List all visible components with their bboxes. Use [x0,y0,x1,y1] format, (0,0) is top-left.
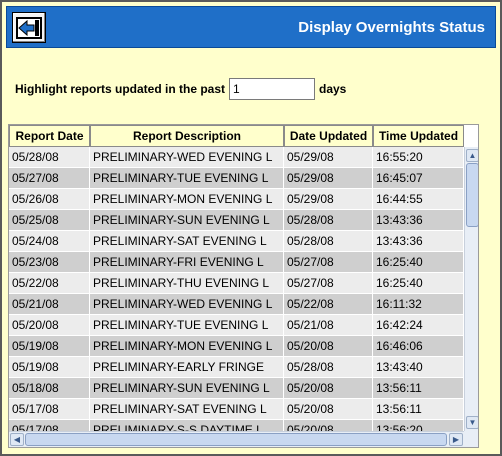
cell-report-description: PRELIMINARY-TUE EVENING L [90,315,284,336]
cell-date-updated: 05/29/08 [284,147,373,168]
cell-report-description: PRELIMINARY-WED EVENING L [90,147,284,168]
scroll-right-icon[interactable]: ▶ [449,433,463,446]
highlight-label: Highlight reports updated in the past [15,82,225,96]
cell-report-date: 05/27/08 [9,168,90,189]
highlight-filter: Highlight reports updated in the past da… [15,78,346,100]
cell-date-updated: 05/27/08 [284,273,373,294]
cell-date-updated: 05/20/08 [284,399,373,420]
cell-report-description: PRELIMINARY-SAT EVENING L [90,399,284,420]
table-row[interactable]: 05/27/08 PRELIMINARY-TUE EVENING L 05/29/0… [9,168,464,189]
cell-time-updated: 13:43:40 [373,357,464,378]
table-body: 05/28/08 PRELIMINARY-WED EVENING L 05/29/0… [9,147,464,431]
cell-report-description: PRELIMINARY-EARLY FRINGE [90,357,284,378]
horizontal-scroll-thumb[interactable] [25,433,447,446]
column-header-report-date[interactable]: Report Date [9,125,90,147]
cell-date-updated: 05/28/08 [284,210,373,231]
table-row[interactable]: 05/25/08 PRELIMINARY-SUN EVENING L 05/28/0… [9,210,464,231]
cell-report-description: PRELIMINARY-FRI EVENING L [90,252,284,273]
column-header-report-description[interactable]: Report Description [90,125,284,147]
cell-time-updated: 13:43:36 [373,210,464,231]
table-header: Report Date Report Description Date Upda… [9,125,469,147]
cell-report-description: PRELIMINARY-MON EVENING L [90,189,284,210]
title-bar: Display Overnights Status [6,6,496,48]
window-frame: Display Overnights Status Highlight repo… [0,0,502,456]
cell-date-updated: 05/29/08 [284,168,373,189]
cell-time-updated: 16:25:40 [373,252,464,273]
table-row[interactable]: 05/18/08 PRELIMINARY-SUN EVENING L 05/20/0… [9,378,464,399]
cell-report-date: 05/19/08 [9,357,90,378]
cell-report-date: 05/24/08 [9,231,90,252]
table-row[interactable]: 05/17/08 PRELIMINARY-SAT EVENING L 05/20/0… [9,399,464,420]
back-arrow-icon [16,16,42,39]
scroll-corner [464,431,478,447]
days-input[interactable] [229,78,315,100]
cell-date-updated: 05/27/08 [284,252,373,273]
days-label: days [319,82,347,96]
table-row[interactable]: 05/19/08 PRELIMINARY-EARLY FRINGE 05/28/08… [9,357,464,378]
cell-date-updated: 05/28/08 [284,357,373,378]
cell-report-description: PRELIMINARY-SUN EVENING L [90,210,284,231]
cell-report-description: PRELIMINARY-S-S DAYTIME L [90,420,284,431]
cell-time-updated: 16:45:07 [373,168,464,189]
table-row[interactable]: 05/24/08 PRELIMINARY-SAT EVENING L 05/28/0… [9,231,464,252]
scroll-left-icon[interactable]: ◀ [10,433,24,446]
cell-report-description: PRELIMINARY-THU EVENING L [90,273,284,294]
cell-time-updated: 16:55:20 [373,147,464,168]
cell-date-updated: 05/20/08 [284,336,373,357]
cell-report-date: 05/28/08 [9,147,90,168]
cell-report-date: 05/25/08 [9,210,90,231]
vertical-scrollbar[interactable]: ▲ ▼ [464,147,478,431]
cell-report-description: PRELIMINARY-TUE EVENING L [90,168,284,189]
cell-date-updated: 05/22/08 [284,294,373,315]
cell-time-updated: 16:44:55 [373,189,464,210]
table-row[interactable]: 05/28/08 PRELIMINARY-WED EVENING L 05/29/0… [9,147,464,168]
cell-date-updated: 05/21/08 [284,315,373,336]
table-row[interactable]: 05/26/08 PRELIMINARY-MON EVENING L 05/29/0… [9,189,464,210]
column-header-date-updated[interactable]: Date Updated [284,125,373,147]
table-row[interactable]: 05/23/08 PRELIMINARY-FRI EVENING L 05/27/0… [9,252,464,273]
table-row[interactable]: 05/20/08 PRELIMINARY-TUE EVENING L 05/21/0… [9,315,464,336]
cell-report-date: 05/22/08 [9,273,90,294]
cell-time-updated: 13:56:20 [373,420,464,431]
cell-time-updated: 16:25:40 [373,273,464,294]
cell-report-description: PRELIMINARY-SAT EVENING L [90,231,284,252]
cell-report-description: PRELIMINARY-MON EVENING L [90,336,284,357]
cell-report-date: 05/21/08 [9,294,90,315]
cell-date-updated: 05/28/08 [284,231,373,252]
page-title: Display Overnights Status [298,19,485,36]
cell-report-date: 05/20/08 [9,315,90,336]
cell-report-date: 05/19/08 [9,336,90,357]
cell-date-updated: 05/20/08 [284,420,373,431]
cell-report-description: PRELIMINARY-WED EVENING L [90,294,284,315]
cell-date-updated: 05/20/08 [284,378,373,399]
cell-time-updated: 13:56:11 [373,378,464,399]
cell-time-updated: 13:56:11 [373,399,464,420]
cell-time-updated: 16:11:32 [373,294,464,315]
table-row[interactable]: 05/22/08 PRELIMINARY-THU EVENING L 05/27/0… [9,273,464,294]
cell-report-date: 05/26/08 [9,189,90,210]
cell-report-description: PRELIMINARY-SUN EVENING L [90,378,284,399]
table-row[interactable]: 05/21/08 PRELIMINARY-WED EVENING L 05/22/0… [9,294,464,315]
scroll-down-icon[interactable]: ▼ [466,416,478,429]
scroll-up-icon[interactable]: ▲ [466,149,478,162]
cell-report-date: 05/23/08 [9,252,90,273]
cell-report-date: 05/18/08 [9,378,90,399]
cell-report-date: 05/17/08 [9,420,90,431]
cell-time-updated: 13:43:36 [373,231,464,252]
cell-date-updated: 05/29/08 [284,189,373,210]
table-row[interactable]: 05/17/08 PRELIMINARY-S-S DAYTIME L 05/20/0… [9,420,464,431]
back-button[interactable] [12,12,46,43]
horizontal-scrollbar[interactable]: ◀ ▶ [9,431,464,447]
cell-time-updated: 16:46:06 [373,336,464,357]
cell-report-date: 05/17/08 [9,399,90,420]
table-row[interactable]: 05/19/08 PRELIMINARY-MON EVENING L 05/20/0… [9,336,464,357]
vertical-scroll-thumb[interactable] [466,163,478,227]
column-header-time-updated[interactable]: Time Updated [373,125,464,147]
reports-table: Report Date Report Description Date Upda… [8,124,479,448]
cell-time-updated: 16:42:24 [373,315,464,336]
